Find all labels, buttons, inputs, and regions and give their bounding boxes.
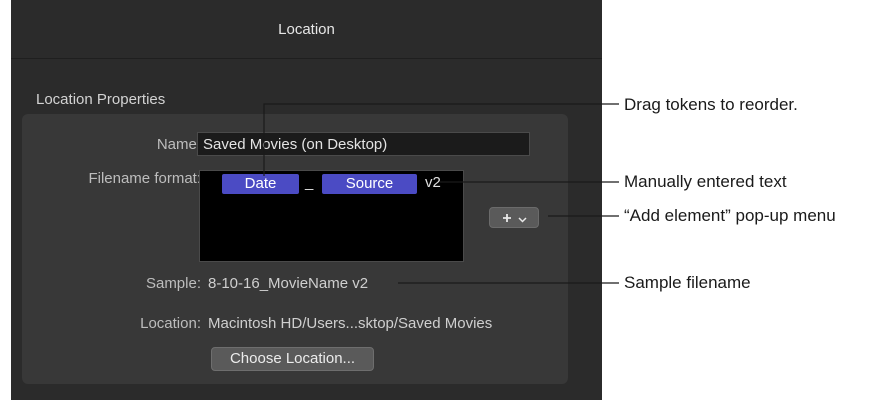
callout-add-element: “Add element” pop-up menu [624,206,836,225]
callout-manual-text: Manually entered text [624,172,787,191]
callout-line-reorder [263,103,619,176]
callout-sample: Sample filename [624,273,751,292]
callout-reorder: Drag tokens to reorder. [624,95,798,114]
callout-lines [263,103,619,284]
